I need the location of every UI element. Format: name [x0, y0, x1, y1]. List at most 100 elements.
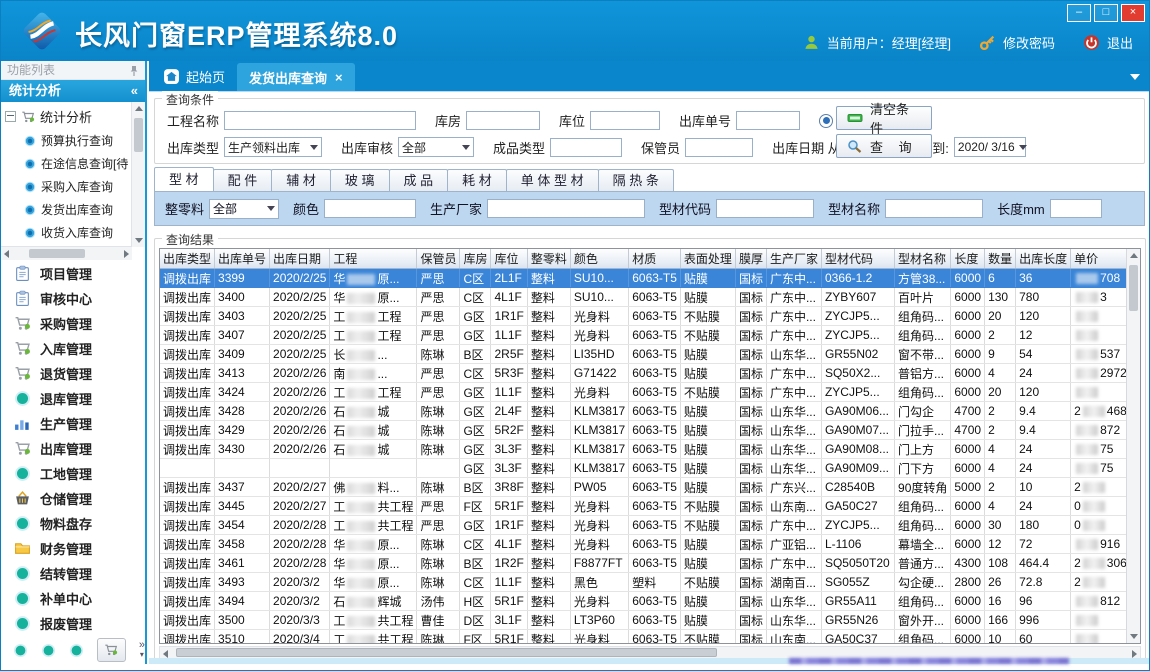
sidebar-item-dot[interactable]: 退库管理	[1, 386, 145, 411]
table-row[interactable]: G区3L3F整料KLM38176063-T5贴膜国标山东华...GA90M09.…	[160, 459, 1141, 478]
date-to-picker[interactable]: 2020/ 3/16	[954, 137, 1026, 157]
column-header[interactable]: 库位	[491, 249, 527, 269]
sidebar-item-folder[interactable]: 财务管理	[1, 536, 145, 561]
tab-list-dropdown-icon[interactable]	[1130, 74, 1140, 80]
column-header[interactable]: 表面处理	[680, 249, 735, 269]
sidebar-item-clipboard[interactable]: 项目管理	[1, 261, 145, 286]
sidebar-item-dot[interactable]: 结转管理	[1, 561, 145, 586]
table-vertical-scrollbar[interactable]	[1126, 249, 1140, 643]
minimize-button[interactable]: –	[1067, 4, 1091, 22]
whole-part-select[interactable]: 全部	[209, 199, 279, 219]
column-header[interactable]: 型材代码	[821, 249, 894, 269]
pin-icon[interactable]	[129, 64, 139, 76]
material-tab[interactable]: 耗 材	[447, 169, 507, 191]
sidebar-item-cart[interactable]: 退货管理	[1, 361, 145, 386]
maximize-button[interactable]: □	[1094, 4, 1118, 22]
cart-button[interactable]	[97, 638, 126, 662]
table-row[interactable]: 调拨出库35002020/3/3工共工程曹佳D区3L1F整料LT3P606063…	[160, 611, 1141, 630]
column-header[interactable]: 保管员	[417, 249, 460, 269]
product-type-input[interactable]	[550, 138, 622, 157]
color-input[interactable]	[324, 199, 416, 218]
sidebar-item-basket[interactable]: 仓储管理	[1, 486, 145, 511]
table-row[interactable]: 调拨出库34282020/2/26石城陈琳G区2L4F整料KLM38176063…	[160, 402, 1141, 421]
column-header[interactable]: 出库单号	[215, 249, 270, 269]
location-input[interactable]	[590, 111, 660, 130]
table-row[interactable]: 调拨出库34452020/2/27工共工程严思F区5R1F整料光身料6063-T…	[160, 497, 1141, 516]
table-row[interactable]: 调拨出库34132020/2/26南...严思C区5R3F整料G71422606…	[160, 364, 1141, 383]
tree-item[interactable]: 发货出库查询	[1, 198, 132, 221]
outbound-audit-select[interactable]: 全部	[398, 137, 474, 157]
radio-gongzhuang[interactable]	[819, 114, 833, 128]
tab-shipping-outbound-query[interactable]: 发货出库查询 ×	[237, 63, 355, 91]
logout-link[interactable]: 退出	[1107, 33, 1133, 52]
table-row[interactable]: 调拨出库34932020/3/2华原...陈琳C区1L1F整料黑色塑料不贴膜国标…	[160, 573, 1141, 592]
material-tab[interactable]: 隔 热 条	[598, 169, 674, 191]
column-header[interactable]: 出库日期	[270, 249, 330, 269]
column-header[interactable]: 型材名称	[895, 249, 951, 269]
table-row[interactable]: 调拨出库34092020/2/25长...陈琳B区2R5F整料LI35HD606…	[160, 345, 1141, 364]
sidebar-item-chart[interactable]: 生产管理	[1, 411, 145, 436]
tree-vertical-scrollbar[interactable]	[131, 102, 145, 247]
column-header[interactable]: 生产厂家	[766, 249, 821, 269]
table-row[interactable]: 调拨出库34582020/2/28华原...陈琳C区4L1F整料光身料6063-…	[160, 535, 1141, 554]
tab-close-icon[interactable]: ×	[335, 70, 343, 85]
table-row[interactable]: 调拨出库34302020/2/26石城陈琳G区3L3F整料KLM38176063…	[160, 440, 1141, 459]
keeper-input[interactable]	[685, 138, 753, 157]
table-row[interactable]: 调拨出库34542020/2/28工共工程严思G区1R1F整料光身料6063-T…	[160, 516, 1141, 535]
tree-item[interactable]: 采购入库查询	[1, 175, 132, 198]
sidebar-item-dot[interactable]: 补单中心	[1, 586, 145, 611]
column-header[interactable]: 工程	[330, 249, 417, 269]
tree-expander-icon[interactable]	[5, 111, 16, 122]
tree-horizontal-scrollbar[interactable]	[1, 246, 132, 260]
overflow-chevron[interactable]: »▾	[139, 641, 145, 659]
manufacturer-input[interactable]	[487, 199, 645, 218]
change-password-link[interactable]: 修改密码	[1003, 33, 1055, 52]
outbound-type-select[interactable]: 生产领料出库	[224, 137, 322, 157]
column-header[interactable]: 材质	[629, 249, 681, 269]
table-row[interactable]: 调拨出库34292020/2/26石城陈琳G区5R2F整料KLM38176063…	[160, 421, 1141, 440]
sidebar-item-cart[interactable]: 入库管理	[1, 336, 145, 361]
column-header[interactable]: 颜色	[570, 249, 628, 269]
table-row[interactable]: 调拨出库34242020/2/26工工程严思G区1L1F整料光身料6063-T5…	[160, 383, 1141, 402]
table-row[interactable]: 调拨出库34942020/3/2石辉城汤伟H区5R1F整料光身料6063-T5贴…	[160, 592, 1141, 611]
collapse-icon[interactable]: «	[131, 80, 138, 102]
table-row[interactable]: 调拨出库34612020/2/28华原...陈琳B区1R2F整料F8877FT6…	[160, 554, 1141, 573]
warehouse-input[interactable]	[466, 111, 540, 130]
column-header[interactable]: 数量	[985, 249, 1016, 269]
material-tab[interactable]: 玻 璃	[330, 169, 390, 191]
tree-item[interactable]: 在途信息查询[待	[1, 152, 132, 175]
clear-conditions-button[interactable]: 清空条件	[836, 106, 932, 130]
sidebar-item-cart[interactable]: 出库管理	[1, 436, 145, 461]
table-row[interactable]: 调拨出库34002020/2/25华原...严思C区4L1F整料SU10...6…	[160, 288, 1141, 307]
material-tab[interactable]: 成 品	[389, 169, 449, 191]
column-header[interactable]: 长度	[951, 249, 985, 269]
project-name-input[interactable]	[224, 111, 416, 130]
outbound-no-input[interactable]	[736, 111, 800, 130]
profile-name-input[interactable]	[885, 199, 983, 218]
profile-code-input[interactable]	[716, 199, 814, 218]
table-row[interactable]: 调拨出库34372020/2/27佛料...陈琳B区3R8F整料PW056063…	[160, 478, 1141, 497]
material-tab[interactable]: 配 件	[213, 169, 273, 191]
close-button[interactable]: ×	[1121, 4, 1145, 22]
length-mm-input[interactable]	[1050, 199, 1102, 218]
sidebar-item-dot[interactable]: 工地管理	[1, 461, 145, 486]
column-header[interactable]: 单价	[1071, 249, 1131, 269]
material-tab[interactable]: 型 材	[154, 167, 214, 191]
sidebar-item-cart[interactable]: 采购管理	[1, 311, 145, 336]
sidebar-item-dot[interactable]: 报废管理	[1, 611, 145, 634]
search-button[interactable]: 查 询	[836, 134, 932, 158]
table-row[interactable]: 调拨出库34072020/2/25工工程严思G区1L1F整料光身料6063-T5…	[160, 326, 1141, 345]
material-tab[interactable]: 单 体 型 材	[506, 169, 599, 191]
table-row[interactable]: 调拨出库33992020/2/25华原...严思C区2L1F整料SU10...6…	[160, 269, 1141, 288]
tree-root[interactable]: 统计分析	[1, 102, 132, 129]
sidebar-item-clipboard[interactable]: 审核中心	[1, 286, 145, 311]
column-header[interactable]: 出库类型	[160, 249, 215, 269]
column-header[interactable]: 库房	[460, 249, 491, 269]
column-header[interactable]: 膜厚	[735, 249, 766, 269]
dot-icon[interactable]	[41, 643, 56, 658]
column-header[interactable]: 整零料	[527, 249, 570, 269]
tree-item[interactable]: 预算执行查询	[1, 129, 132, 152]
dot-icon[interactable]	[13, 643, 28, 658]
sidebar-item-dot[interactable]: 物料盘存	[1, 511, 145, 536]
tree-item[interactable]: 收货入库查询	[1, 221, 132, 244]
